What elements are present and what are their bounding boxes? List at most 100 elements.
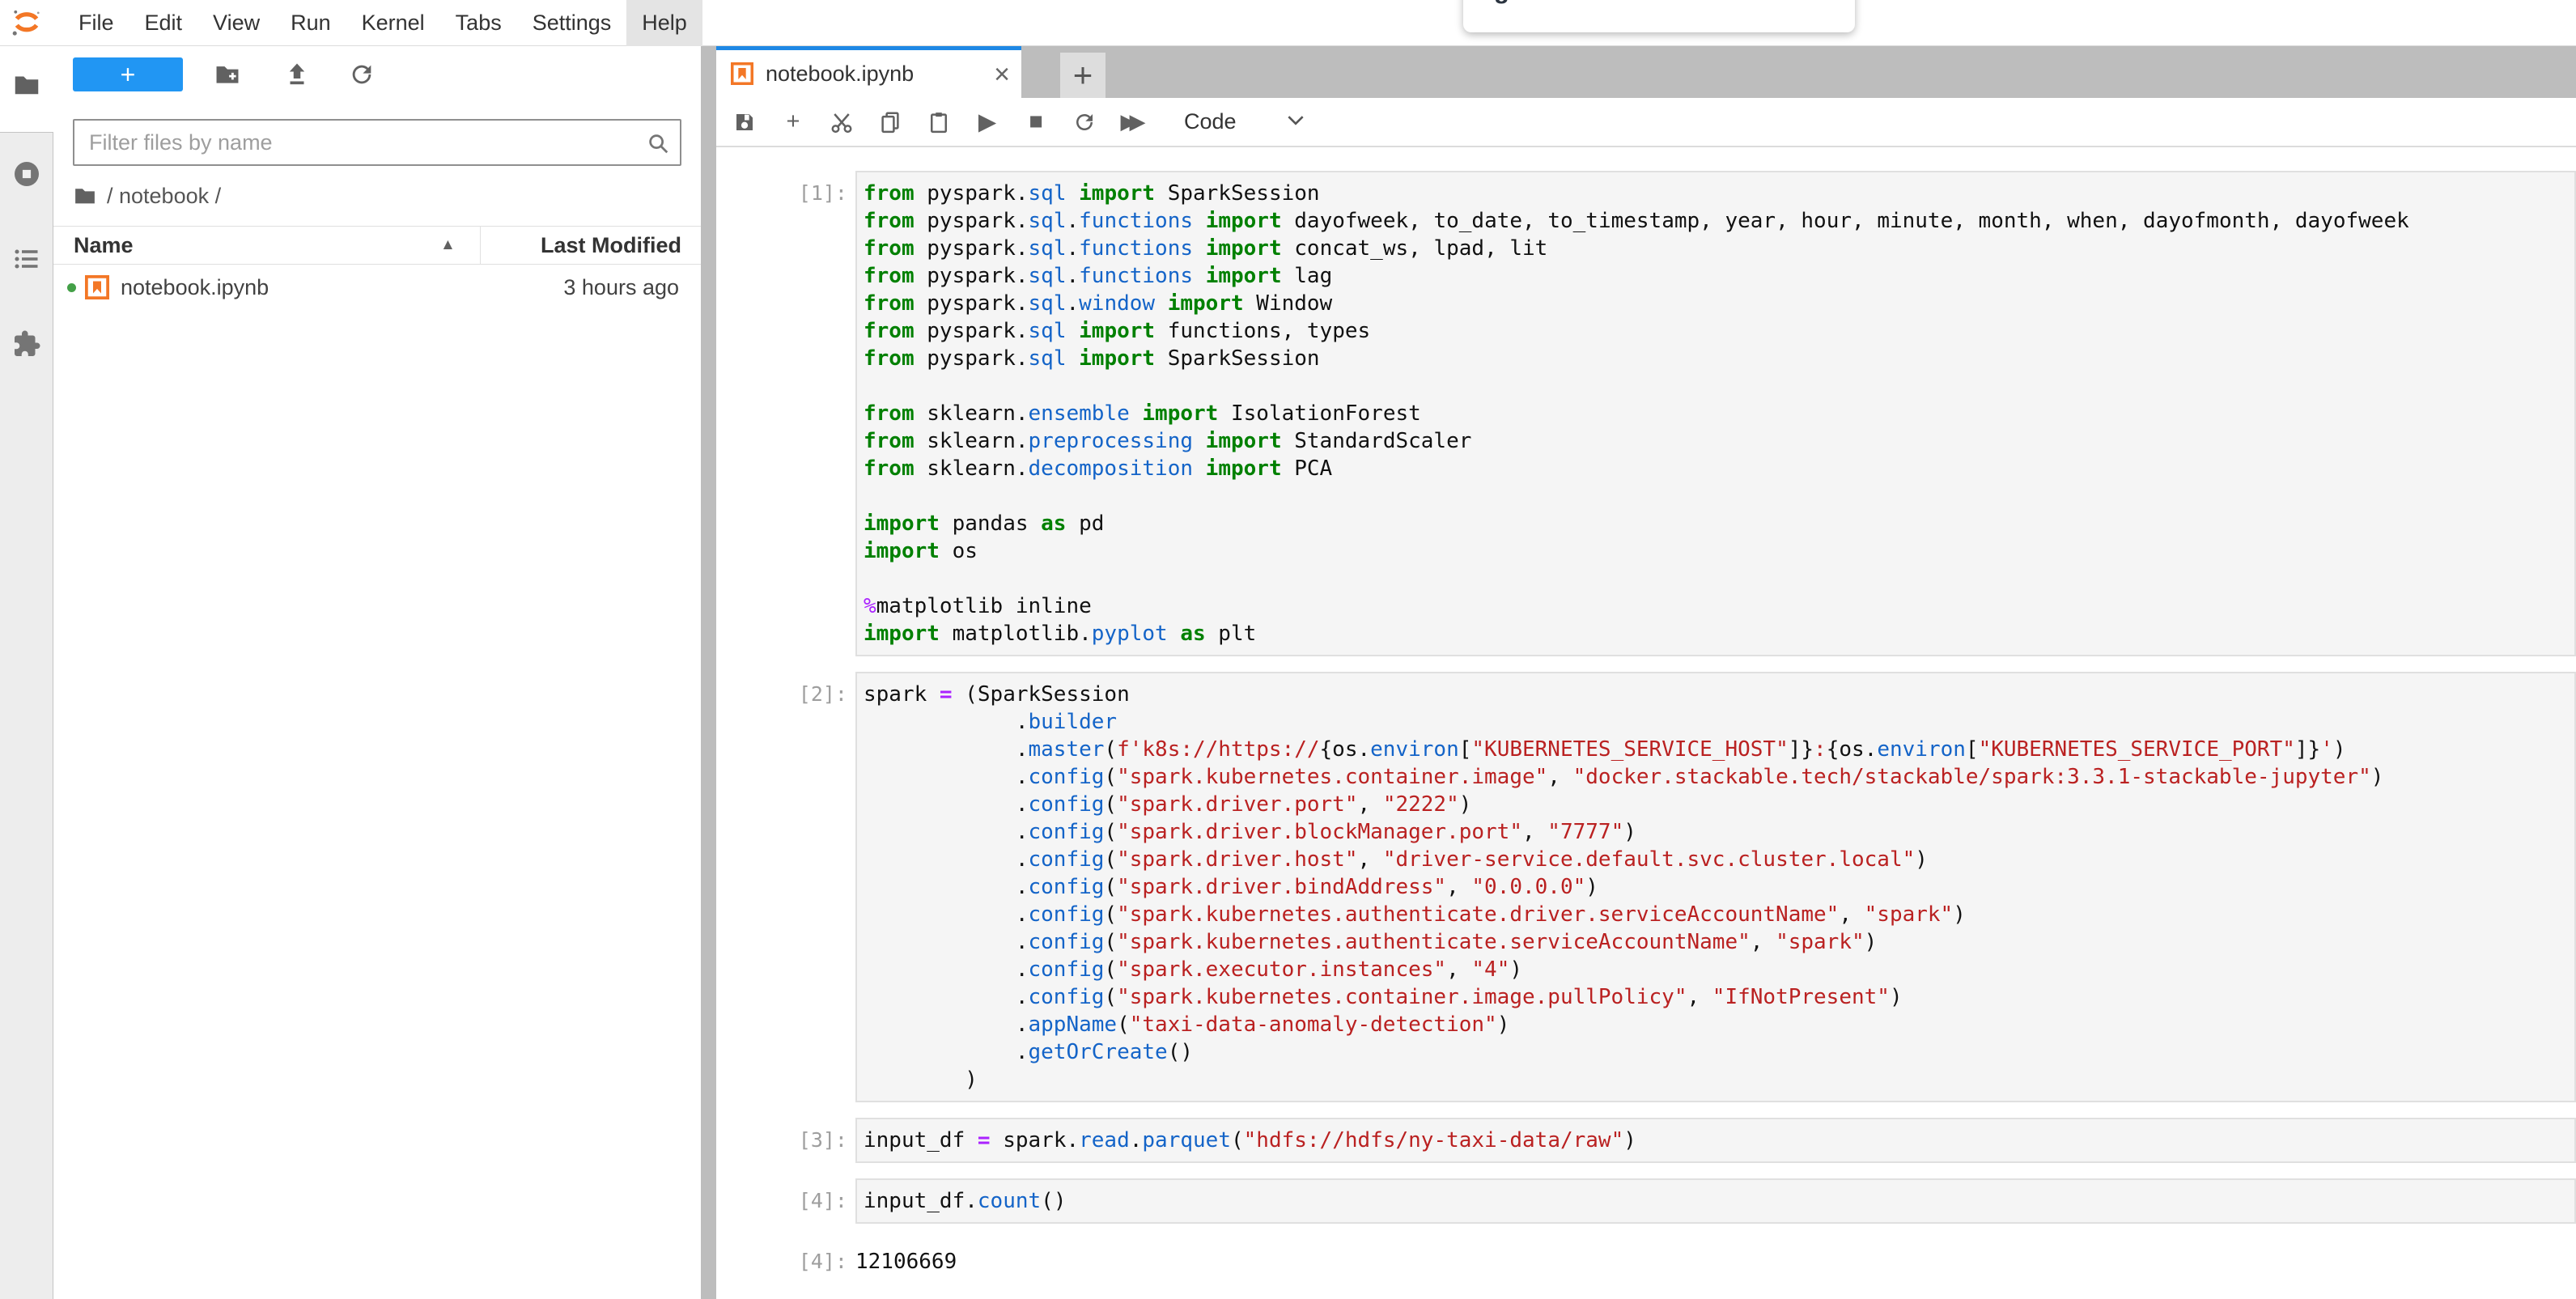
code-token: "spark.kubernetes.authenticate.serviceAc… (1117, 930, 1751, 954)
code-token: ( (1104, 737, 1117, 762)
code-token: pyspark. (915, 291, 1029, 316)
github-popup[interactable]: github.com (1463, 0, 1855, 32)
menu-item-view[interactable]: View (197, 0, 275, 46)
code-token: lag (1282, 264, 1333, 288)
code-token: input_df (864, 1128, 978, 1153)
code-token (1193, 456, 1206, 481)
notebook-toolbar: + ▶ ■ ▶▶ Code (716, 98, 2576, 147)
menu-item-help[interactable]: Help (626, 0, 702, 46)
code-token: ) (1497, 1012, 1510, 1037)
code-token: "spark.driver.bindAddress" (1117, 875, 1446, 899)
code-token: Window (1244, 291, 1333, 316)
menu-item-settings[interactable]: Settings (517, 0, 627, 46)
tab-notebook[interactable]: notebook.ipynb × (716, 46, 1021, 98)
code-token: ) (1623, 820, 1636, 844)
code-token: ) (1890, 985, 1903, 1009)
cell-editor[interactable]: from pyspark.sql import SparkSessionfrom… (855, 171, 2576, 656)
code-token: config (1029, 875, 1105, 899)
code-token: = (940, 682, 953, 707)
code-line: from sklearn.ensemble import IsolationFo… (864, 400, 2574, 427)
code-token: , (1547, 765, 1572, 789)
breadcrumb[interactable]: / notebook / (73, 180, 221, 211)
restart-run-all-icon[interactable]: ▶▶ (1121, 109, 1145, 135)
code-token: "spark.kubernetes.container.image" (1117, 765, 1547, 789)
code-token: appName (1029, 1012, 1118, 1037)
code-line: .master(f'k8s://https://{os.environ["KUB… (864, 736, 2574, 763)
code-token: pyspark. (915, 209, 1029, 233)
code-token: pandas (940, 512, 1041, 536)
code-token: concat_ws, lpad, lit (1282, 236, 1548, 261)
code-token: "IfNotPresent" (1712, 985, 1890, 1009)
close-tab-icon[interactable]: × (994, 62, 1010, 87)
code-cell: [4]:input_df.count() (716, 1178, 2576, 1224)
file-list-header: Name ▲ Last Modified (53, 226, 701, 265)
column-last-modified[interactable]: Last Modified (541, 233, 681, 258)
code-line: .config("spark.kubernetes.authenticate.s… (864, 928, 2574, 956)
menu-item-file[interactable]: File (63, 0, 129, 46)
code-token: pyspark. (915, 181, 1029, 206)
refresh-file-list-icon[interactable] (348, 61, 376, 88)
file-modified: 3 hours ago (563, 275, 679, 300)
filter-files-input[interactable] (74, 121, 680, 164)
menu-items: FileEditViewRunKernelTabsSettingsHelp (63, 0, 702, 46)
menu-item-kernel[interactable]: Kernel (346, 0, 440, 46)
code-token: ( (1104, 847, 1117, 872)
cut-cells-icon[interactable] (830, 109, 854, 135)
code-token: from (864, 429, 915, 453)
column-name[interactable]: Name (74, 233, 134, 258)
new-tab-button[interactable]: + (1060, 53, 1106, 98)
tab-bar: notebook.ipynb × + (716, 46, 2576, 98)
code-token: . (864, 820, 1029, 844)
file-row[interactable]: notebook.ipynb 3 hours ago (53, 265, 701, 310)
paste-cells-icon[interactable] (927, 109, 951, 135)
code-token: environ (1877, 737, 1966, 762)
running-kernels-icon[interactable] (12, 159, 41, 189)
extensions-icon[interactable] (12, 329, 41, 359)
file-name: notebook.ipynb (121, 275, 269, 300)
code-token: "spark.driver.port" (1117, 792, 1357, 817)
code-token (1066, 346, 1079, 371)
code-token: . (1066, 291, 1079, 316)
menu-item-tabs[interactable]: Tabs (440, 0, 517, 46)
code-token: functions (1079, 236, 1193, 261)
activity-bar (0, 46, 53, 1299)
save-icon[interactable] (732, 109, 757, 135)
cell-editor[interactable]: spark = (SparkSession .builder .master(f… (855, 672, 2576, 1102)
notebook-panel: notebook.ipynb × + + ▶ ■ ▶▶ Code [1]:fro… (716, 46, 2576, 1299)
code-token: sql (1029, 181, 1067, 206)
code-token: ( (1104, 820, 1117, 844)
code-cell: [3]:input_df = spark.read.parquet("hdfs:… (716, 1118, 2576, 1163)
code-token: . (864, 765, 1029, 789)
new-launcher-button[interactable]: + (73, 57, 183, 91)
new-folder-icon[interactable] (214, 61, 241, 88)
file-browser-icon[interactable] (12, 70, 41, 100)
code-token: os (940, 539, 978, 563)
code-token: import (864, 539, 940, 563)
run-cell-icon[interactable]: ▶ (975, 109, 999, 135)
panel-splitter[interactable] (701, 46, 716, 1299)
copy-cells-icon[interactable] (878, 109, 902, 135)
add-cell-icon[interactable]: + (781, 109, 805, 135)
cell-output-text: 12106669 (855, 1239, 957, 1274)
cell-editor[interactable]: input_df.count() (855, 1178, 2576, 1224)
code-token: functions (1079, 264, 1193, 288)
code-token (1066, 181, 1079, 206)
code-token: window (1079, 291, 1155, 316)
cell-editor[interactable]: input_df = spark.read.parquet("hdfs://hd… (855, 1118, 2576, 1163)
cell-type-dropdown[interactable]: Code (1184, 109, 1237, 134)
code-token: import (1079, 346, 1155, 371)
code-token: ' (2320, 737, 2333, 762)
code-token: "spark.kubernetes.authenticate.driver.se… (1117, 902, 1839, 927)
table-of-contents-icon[interactable] (12, 244, 41, 274)
stop-kernel-icon[interactable]: ■ (1024, 109, 1048, 135)
restart-kernel-icon[interactable] (1072, 109, 1097, 135)
upload-icon[interactable] (283, 61, 311, 88)
code-token: import (1206, 264, 1282, 288)
code-token: config (1029, 985, 1105, 1009)
code-token: IsolationForest (1218, 401, 1420, 426)
code-token: from (864, 456, 915, 481)
menu-item-run[interactable]: Run (275, 0, 346, 46)
code-line (864, 565, 2574, 592)
menu-item-edit[interactable]: Edit (129, 0, 198, 46)
code-token: config (1029, 792, 1105, 817)
